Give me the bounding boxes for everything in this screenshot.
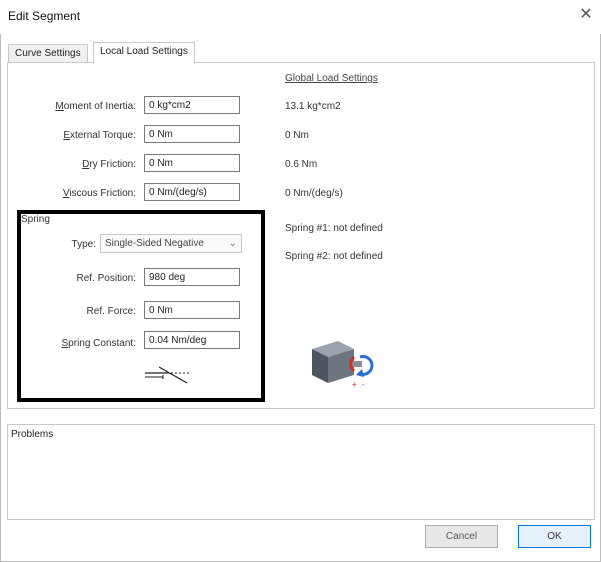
tab-local-load-settings[interactable]: Local Load Settings	[93, 42, 195, 64]
spring-type-dropdown[interactable]: Single-Sided Negative ⌄	[100, 234, 242, 253]
motor-rotation-icon: + -	[312, 341, 374, 389]
viscous-friction-field[interactable]: 0 Nm/(deg/s)	[144, 183, 240, 201]
global-dry-friction: 0.6 Nm	[285, 159, 318, 170]
svg-text:-: -	[362, 380, 365, 389]
global-moment-of-inertia: 13.1 kg*cm2	[285, 101, 341, 112]
global-spring-1: Spring #1: not defined	[285, 223, 383, 234]
global-load-settings-heading[interactable]: Global Load Settings	[285, 73, 378, 84]
external-torque-field[interactable]: 0 Nm	[144, 125, 240, 143]
problems-title: Problems	[11, 429, 54, 440]
close-icon[interactable]: ✕	[577, 6, 595, 24]
global-viscous-friction: 0 Nm/(deg/s)	[285, 188, 343, 199]
external-torque-label: External Torque:	[63, 130, 136, 141]
cancel-button[interactable]: Cancel	[425, 525, 498, 548]
title-bar	[0, 0, 601, 34]
dry-friction-label: Dry Friction:	[82, 159, 136, 170]
dry-friction-field[interactable]: 0 Nm	[144, 154, 240, 172]
chevron-down-icon: ⌄	[228, 238, 237, 249]
spring-group-label: Spring	[21, 214, 50, 225]
spring-constant-label: Spring Constant:	[61, 338, 137, 349]
ref-force-field[interactable]: 0 Nm	[144, 301, 240, 319]
moment-of-inertia-label: Moment of Inertia:	[55, 101, 136, 112]
tab-curve-settings[interactable]: Curve Settings	[8, 44, 88, 63]
spring-constant-field[interactable]: 0.04 Nm/deg	[144, 331, 240, 349]
viscous-friction-label: Viscous Friction:	[62, 188, 136, 199]
ok-button[interactable]: OK	[518, 525, 591, 548]
global-spring-2: Spring #2: not defined	[285, 251, 383, 262]
spring-type-value: Single-Sided Negative	[105, 238, 204, 249]
global-external-torque: 0 Nm	[285, 130, 309, 141]
svg-text:+: +	[352, 380, 357, 389]
problems-panel	[7, 424, 595, 520]
spring-type-label: Type:	[71, 239, 96, 250]
ref-position-label: Ref. Position:	[76, 273, 136, 284]
ref-force-label: Ref. Force:	[86, 306, 136, 317]
ref-position-field[interactable]: 980 deg	[144, 268, 240, 286]
moment-of-inertia-field[interactable]: 0 kg*cm2	[144, 96, 240, 114]
spring-negative-diagram-icon	[145, 366, 189, 384]
window-title: Edit Segment	[8, 9, 81, 23]
